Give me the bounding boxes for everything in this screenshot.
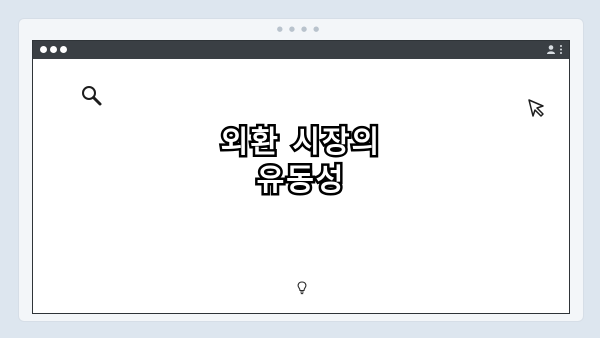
lightbulb-icon (296, 280, 308, 299)
slide-title: 외환 시장의 유동성 (33, 123, 569, 201)
slide-title-line-2: 유동성 (254, 161, 346, 201)
search-icon (80, 84, 104, 112)
user-icon[interactable] (546, 44, 556, 55)
window-control-dot[interactable] (50, 46, 57, 53)
cursor-icon (527, 98, 547, 122)
window-control-dot[interactable] (60, 46, 67, 53)
window-control-dot[interactable] (40, 46, 47, 53)
window-controls (40, 46, 67, 53)
pagination-dots: ●●●● (276, 25, 326, 33)
slide-title-line-1: 외환 시장의 (218, 123, 382, 163)
browser-window: 외환 시장의 유동성 (32, 40, 570, 314)
window-titlebar (33, 41, 569, 59)
kebab-menu-icon[interactable] (559, 44, 563, 55)
titlebar-actions (546, 44, 563, 55)
slide-content: 외환 시장의 유동성 (33, 60, 569, 313)
